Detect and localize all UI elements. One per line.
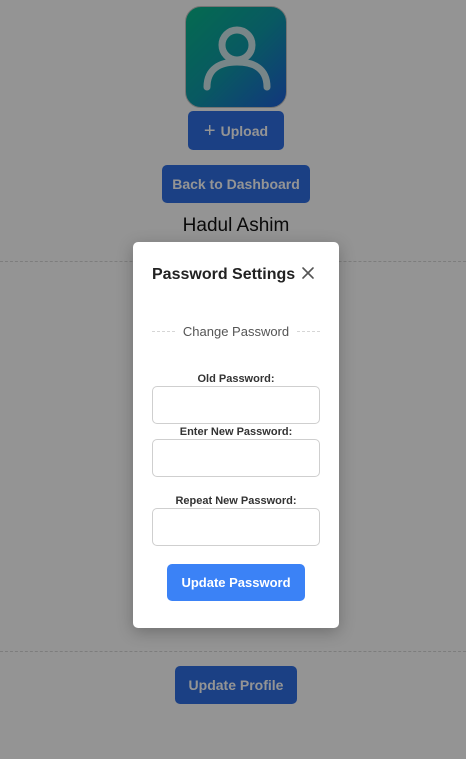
close-icon[interactable]: [299, 264, 317, 282]
old-password-label: Old Password:: [197, 373, 275, 385]
repeat-password-label: Repeat New Password:: [175, 495, 297, 507]
modal-title: Password Settings: [152, 266, 296, 283]
new-password-label: Enter New Password:: [179, 426, 293, 438]
password-settings-modal: Password Settings Change Password Old Pa…: [133, 242, 339, 628]
repeat-password-field[interactable]: [152, 508, 320, 546]
new-password-field[interactable]: [152, 439, 320, 477]
update-password-button[interactable]: Update Password: [167, 564, 305, 601]
old-password-field[interactable]: [152, 386, 320, 424]
change-password-section-label: Change Password: [152, 324, 321, 339]
